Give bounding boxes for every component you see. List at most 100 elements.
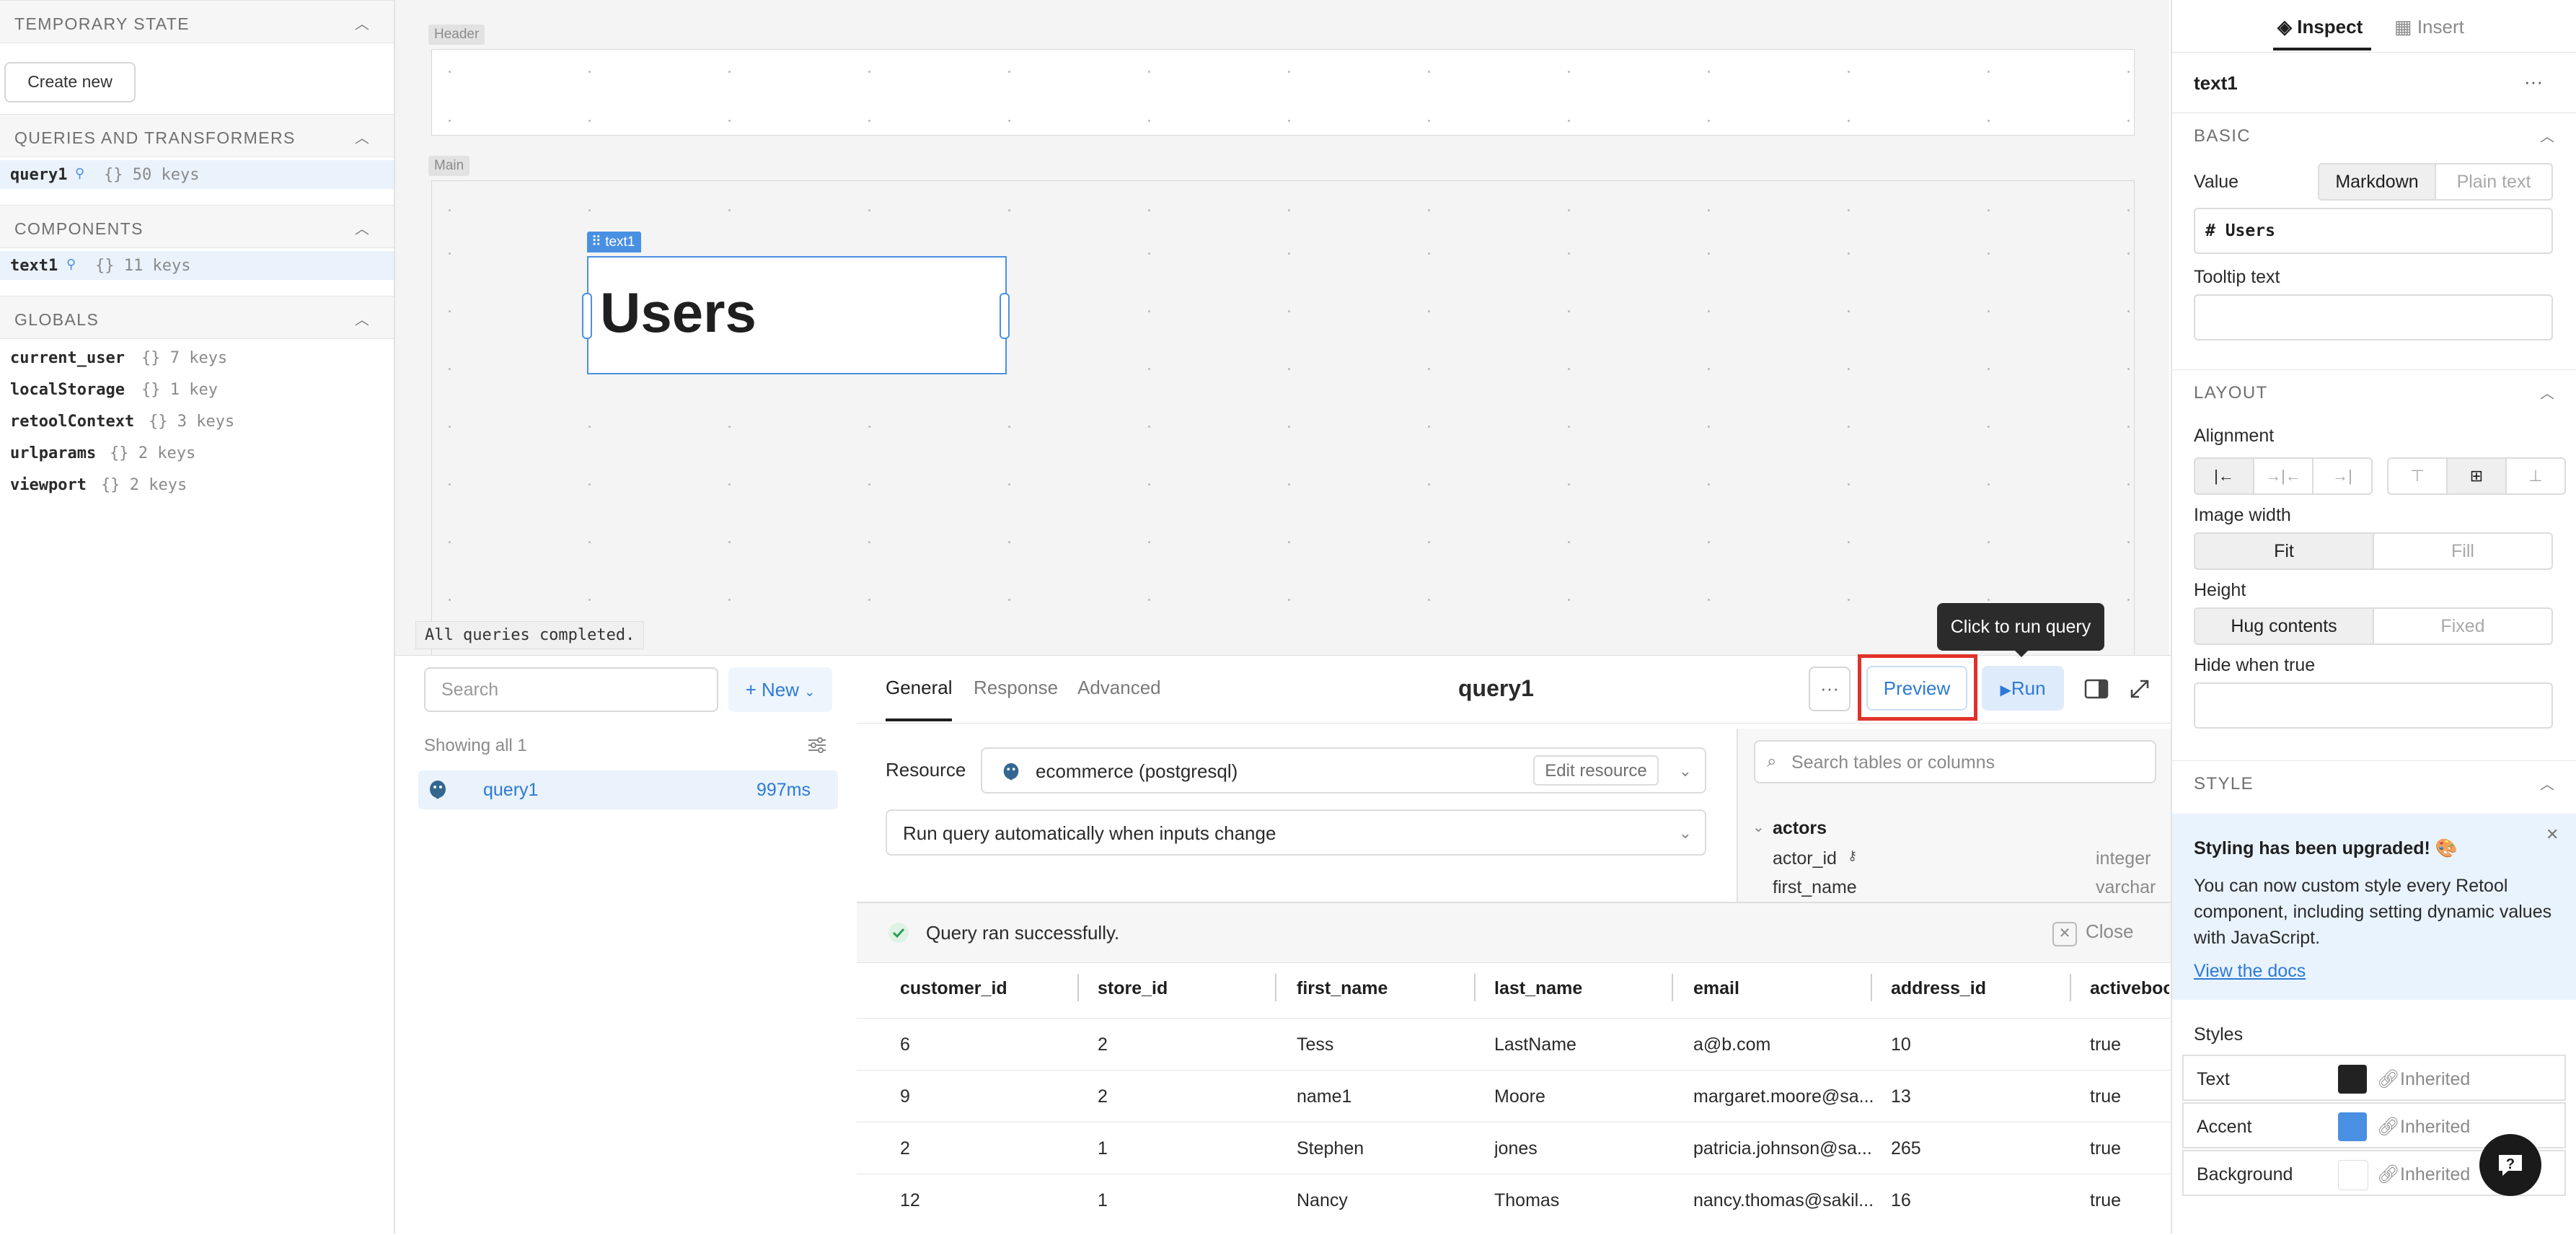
tab-insert[interactable]: ▦ Insert <box>2394 16 2464 38</box>
hide-when-true-field[interactable] <box>2194 682 2553 729</box>
view-docs-link[interactable]: View the docs <box>2194 961 2306 982</box>
component-more-button[interactable]: ··· <box>2524 71 2543 93</box>
state-item-global[interactable]: urlparams {} 2 keys <box>0 439 394 467</box>
table-header[interactable]: first_name <box>1297 978 1388 999</box>
help-button[interactable]: ? <box>2479 1134 2541 1196</box>
schema-table-name[interactable]: actors <box>1773 818 1827 839</box>
resize-handle-left[interactable] <box>582 293 592 339</box>
state-item-global[interactable]: current_user {} 7 keys <box>0 343 394 372</box>
tab-advanced[interactable]: Advanced <box>1077 677 1161 699</box>
table-cell[interactable]: true <box>2090 1190 2169 1211</box>
table-cell[interactable]: 12 <box>900 1190 1073 1211</box>
main-frame[interactable] <box>431 180 2135 658</box>
table-cell[interactable]: Stephen <box>1297 1138 1470 1159</box>
table-cell[interactable]: 9 <box>900 1086 1073 1107</box>
table-cell[interactable]: 265 <box>1891 1138 2064 1159</box>
edit-resource-button[interactable]: Edit resource <box>1533 755 1659 786</box>
component-tag[interactable]: ⠿ text1 <box>587 232 642 252</box>
table-header[interactable]: customer_id <box>900 978 1007 999</box>
table-header[interactable]: last_name <box>1494 978 1582 999</box>
table-cell[interactable]: 2 <box>1098 1034 1271 1055</box>
temporary-state-header[interactable]: TEMPORARY STATE ︿ <box>0 0 394 43</box>
table-cell[interactable]: a@b.com <box>1693 1034 1874 1055</box>
table-cell[interactable]: true <box>2090 1086 2169 1107</box>
query-list-item[interactable]: query1 997ms <box>418 770 838 809</box>
column-resizer[interactable] <box>1077 974 1079 1001</box>
align-bottom-icon[interactable]: ⊥ <box>2505 457 2566 495</box>
table-cell[interactable]: Tess <box>1297 1034 1470 1055</box>
table-cell[interactable]: Moore <box>1494 1086 1667 1107</box>
schema-search-input[interactable]: ⌕ Search tables or columns <box>1754 740 2156 783</box>
table-cell[interactable]: 2 <box>900 1138 1073 1159</box>
value-field[interactable]: # Users <box>2194 208 2553 254</box>
table-header[interactable]: store_id <box>1098 978 1168 999</box>
column-resizer[interactable] <box>1474 974 1476 1001</box>
layout-section-header[interactable]: LAYOUT ︿ <box>2171 369 2576 412</box>
style-row-text[interactable]: Text 🔗︎ Inherited <box>2182 1055 2566 1101</box>
new-query-button[interactable]: + New ⌄ <box>728 667 832 712</box>
align-left-icon[interactable]: |← <box>2194 457 2254 495</box>
schema-column-name[interactable]: actor_id <box>1773 848 1837 869</box>
more-options-button[interactable]: ··· <box>1809 667 1851 711</box>
chevron-down-icon[interactable]: ⌄ <box>1679 824 1692 843</box>
table-cell[interactable]: margaret.moore@sa... <box>1693 1086 1874 1107</box>
table-header[interactable]: activeboo <box>2090 978 2169 999</box>
components-section-header[interactable]: COMPONENTS ︿ <box>0 205 394 248</box>
table-cell[interactable]: patricia.johnson@sa... <box>1693 1138 1874 1159</box>
run-mode-select[interactable]: Run query automatically when inputs chan… <box>886 809 1706 856</box>
chevron-up-icon[interactable]: ︿ <box>2540 382 2554 403</box>
chevron-up-icon[interactable]: ︿ <box>355 217 369 238</box>
panel-toggle-icon[interactable] <box>2084 678 2109 700</box>
component-name[interactable]: text1 <box>2194 72 2238 95</box>
table-cell[interactable]: Nancy <box>1297 1190 1470 1211</box>
column-resizer[interactable] <box>1871 974 1872 1001</box>
schema-column-name[interactable]: first_name <box>1773 877 1857 898</box>
plain-text-option[interactable]: Plain text <box>2435 163 2553 201</box>
table-cell[interactable]: true <box>2090 1034 2169 1055</box>
table-cell[interactable]: 6 <box>900 1034 1073 1055</box>
color-swatch[interactable] <box>2338 1112 2367 1141</box>
state-item-global[interactable]: retoolContext {} 3 keys <box>0 407 394 436</box>
column-resizer[interactable] <box>1672 974 1673 1001</box>
tab-general[interactable]: General <box>886 677 953 699</box>
close-icon[interactable]: ✕ <box>2546 825 2559 844</box>
table-cell[interactable]: jones <box>1494 1138 1667 1159</box>
chevron-down-icon[interactable]: ⌄ <box>1752 818 1765 836</box>
state-item-global[interactable]: localStorage {} 1 key <box>0 375 394 404</box>
table-header[interactable]: email <box>1693 978 1739 999</box>
query-search-input[interactable]: Search <box>424 667 718 712</box>
table-header[interactable]: address_id <box>1891 978 1986 999</box>
table-cell[interactable]: true <box>2090 1138 2169 1159</box>
chevron-up-icon[interactable]: ︿ <box>355 308 369 329</box>
header-frame[interactable] <box>431 49 2135 136</box>
close-results-button[interactable]: ✕ Close <box>2052 920 2133 946</box>
state-item-global[interactable]: viewport {} 2 keys <box>0 470 394 499</box>
table-cell[interactable]: 2 <box>1098 1086 1271 1107</box>
color-swatch[interactable] <box>2338 1160 2368 1190</box>
table-cell[interactable]: 13 <box>1891 1086 2064 1107</box>
tab-inspect[interactable]: ◈ Inspect <box>2277 16 2363 38</box>
align-center-icon[interactable]: →|← <box>2253 457 2313 495</box>
chevron-up-icon[interactable]: ︿ <box>2540 773 2554 794</box>
column-resizer[interactable] <box>1275 974 1276 1001</box>
chevron-up-icon[interactable]: ︿ <box>2540 125 2554 146</box>
tab-response[interactable]: Response <box>974 677 1058 699</box>
tooltip-text-field[interactable] <box>2194 294 2553 340</box>
style-section-header[interactable]: STYLE ︿ <box>2171 760 2576 803</box>
globals-section-header[interactable]: GLOBALS ︿ <box>0 296 394 339</box>
chevron-up-icon[interactable]: ︿ <box>355 12 369 33</box>
align-top-icon[interactable]: ⊤ <box>2387 457 2448 495</box>
table-cell[interactable]: Thomas <box>1494 1190 1667 1211</box>
resource-select[interactable]: ecommerce (postgresql) Edit resource ⌄ <box>981 747 1706 794</box>
table-cell[interactable]: 10 <box>1891 1034 2064 1055</box>
table-cell[interactable]: 16 <box>1891 1190 2064 1211</box>
run-button[interactable]: ▶Run <box>1982 666 2064 711</box>
fit-option[interactable]: Fit <box>2194 532 2374 570</box>
hug-contents-option[interactable]: Hug contents <box>2194 607 2374 645</box>
table-cell[interactable]: nancy.thomas@sakil... <box>1693 1190 1874 1211</box>
align-middle-icon[interactable]: ⊞ <box>2446 457 2507 495</box>
chevron-down-icon[interactable]: ⌄ <box>1679 762 1692 781</box>
resize-handle-right[interactable] <box>1000 293 1010 339</box>
query-title[interactable]: query1 <box>1458 675 1534 702</box>
fill-option[interactable]: Fill <box>2373 532 2553 570</box>
